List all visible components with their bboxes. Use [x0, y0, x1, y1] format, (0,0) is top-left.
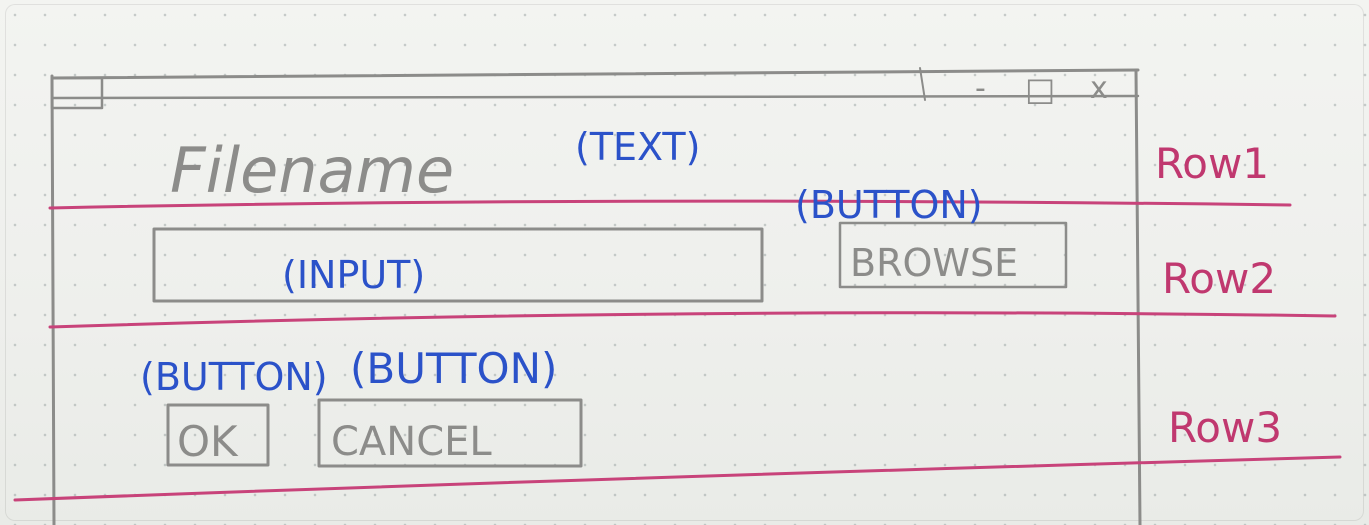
window-left-edge [50, 74, 56, 525]
maximize-icon[interactable]: □ [1025, 70, 1055, 108]
window-controls: - □ x [975, 70, 1108, 108]
ok-button-annotation: (BUTTON) [140, 355, 328, 399]
ok-button-label: OK [177, 417, 239, 466]
browse-button-annotation: (BUTTON) [795, 183, 983, 227]
filename-input[interactable] [152, 227, 764, 303]
row1-label: Row1 [1155, 139, 1269, 188]
input-annotation: (INPUT) [282, 253, 425, 297]
row2-divider [48, 311, 1337, 329]
window-menu-icon [50, 76, 104, 110]
filename-label: Filename [170, 134, 454, 207]
text-annotation: (TEXT) [575, 125, 700, 169]
cancel-button-annotation: (BUTTON) [350, 344, 557, 393]
sketch-canvas: - □ x Filename (TEXT) Row1 Row2 Row3 (IN… [13, 67, 1342, 525]
close-icon[interactable]: x [1090, 71, 1108, 106]
cancel-button-label: CANCEL [331, 419, 492, 465]
window-right-edge [1134, 68, 1142, 525]
browse-button-label: BROWSE [850, 241, 1018, 285]
row3-label: Row3 [1168, 403, 1282, 452]
minimize-icon[interactable]: - [975, 71, 986, 106]
row2-label: Row2 [1162, 254, 1276, 303]
